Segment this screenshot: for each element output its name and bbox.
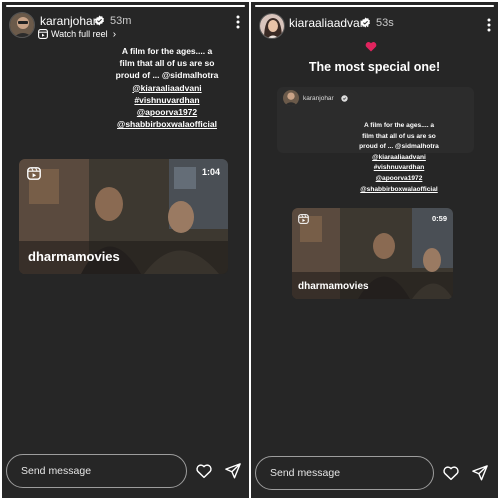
chevron-right-icon: ›: [112, 28, 117, 40]
reel-icon: [27, 167, 41, 180]
caption-mention[interactable]: @apoorva1972: [92, 106, 242, 118]
story-progress-fill: [6, 5, 245, 7]
caption-mention[interactable]: @kiaraaliaadvani: [340, 153, 458, 164]
send-message-input[interactable]: [6, 454, 187, 488]
watch-full-reel-link[interactable]: Watch full reel ›: [38, 28, 116, 40]
reel-duration: 0:59: [431, 214, 447, 223]
heart-icon[interactable]: [195, 462, 213, 480]
story-timestamp: 53m: [110, 15, 132, 27]
story-progress-bar: [255, 5, 494, 7]
caption-line: proud of ... @sidmalhotra: [359, 143, 439, 151]
story-username[interactable]: karanjohar: [40, 14, 97, 28]
shared-story-caption: A film for the ages.... a film that all …: [340, 121, 458, 195]
caption-mention[interactable]: @shabbirboxwalaofficial: [340, 185, 458, 196]
reel-preview-card[interactable]: 0:59 dharmamovies: [292, 208, 453, 299]
story-panel-karanjohar: karanjohar 53m Watch full reel › A film …: [2, 2, 249, 498]
story-progress-fill: [255, 5, 494, 7]
shared-story-username: karanjohar: [303, 95, 334, 102]
reel-account-name: dharmamovies: [298, 281, 369, 292]
story-username[interactable]: kiaraaliaadvani: [289, 16, 369, 30]
more-options-icon[interactable]: [487, 18, 491, 32]
send-message-input[interactable]: [255, 456, 434, 490]
caption-hashtag[interactable]: #vishnuvardhan: [92, 94, 242, 106]
watch-full-reel-label: Watch full reel: [51, 29, 108, 39]
avatar[interactable]: [259, 13, 285, 39]
reel-preview-card[interactable]: 1:04 dharmamovies: [19, 159, 228, 274]
caption-mention[interactable]: @apoorva1972: [340, 174, 458, 185]
avatar[interactable]: [9, 12, 35, 38]
caption-line: A film for the ages.... a: [363, 122, 435, 129]
caption-line: film that all of us are so: [119, 58, 215, 69]
story-caption: A film for the ages.... a film that all …: [92, 45, 242, 130]
reel-icon: [298, 214, 309, 224]
heart-icon[interactable]: [442, 464, 460, 482]
reel-account-name: dharmamovies: [28, 249, 120, 264]
avatar: [283, 90, 299, 106]
caption-mention[interactable]: @shabbirboxwalaofficial: [92, 118, 242, 130]
story-headline: The most special one!: [308, 60, 441, 74]
send-icon[interactable]: [224, 462, 242, 480]
heart-emoji: [365, 42, 377, 52]
verified-badge-icon: [341, 95, 348, 102]
caption-line: A film for the ages.... a: [121, 46, 213, 56]
caption-mention[interactable]: @kiaraaliaadvani: [92, 82, 242, 94]
caption-line: film that all of us are so: [362, 132, 436, 140]
send-icon[interactable]: [471, 464, 489, 482]
more-options-icon[interactable]: [236, 15, 240, 29]
reel-icon: [38, 29, 48, 39]
story-timestamp: 53s: [376, 17, 394, 29]
verified-badge-icon: [94, 15, 105, 26]
caption-hashtag[interactable]: #vishnuvardhan: [340, 163, 458, 174]
verified-badge-icon: [360, 17, 371, 28]
story-progress-bar: [6, 5, 245, 7]
caption-line: proud of ... @sidmalhotra: [115, 70, 219, 81]
reel-duration: 1:04: [201, 167, 220, 177]
